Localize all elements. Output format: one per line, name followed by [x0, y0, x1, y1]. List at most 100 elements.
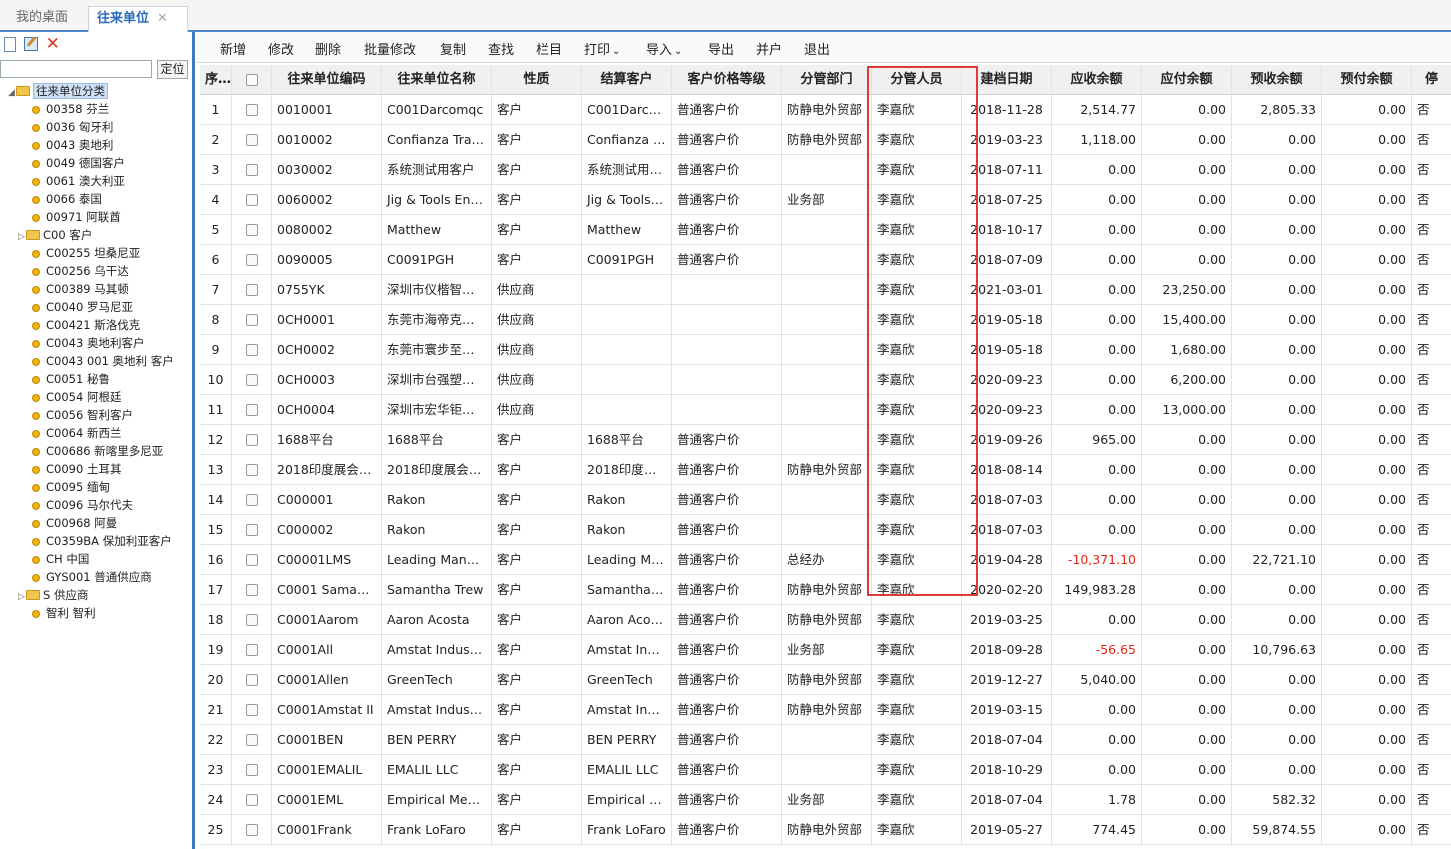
- tree-leaf[interactable]: 00358 芬兰: [0, 100, 192, 118]
- tree-leaf[interactable]: C0090 土耳其: [0, 460, 192, 478]
- tree-leaf[interactable]: C00389 马其顿: [0, 280, 192, 298]
- table-row[interactable]: 19C0001AllAmstat Industry客户Amstat Indust…: [200, 635, 1451, 665]
- tree-search-input[interactable]: [0, 60, 152, 78]
- col-advance-received[interactable]: 预收余额: [1232, 65, 1322, 95]
- table-row[interactable]: 20 C0001Allen GreenTech 客户 GreenTech 普通客户价 防静电…: [200, 665, 1451, 695]
- col-staff[interactable]: 分管人员: [872, 65, 962, 95]
- toolbar-button-0[interactable]: 新增: [220, 39, 246, 58]
- cell-select[interactable]: [232, 665, 272, 695]
- tree-leaf[interactable]: C0043 奥地利客户: [0, 334, 192, 352]
- toolbar-button-2[interactable]: 删除: [315, 39, 341, 58]
- tree-leaf[interactable]: C0051 秘鲁: [0, 370, 192, 388]
- select-all-checkbox[interactable]: [246, 74, 258, 86]
- toolbar-button-5[interactable]: 查找: [488, 39, 514, 58]
- tree-leaf[interactable]: C00686 新喀里多尼亚: [0, 442, 192, 460]
- close-icon[interactable]: ✕: [157, 11, 168, 26]
- table-row[interactable]: 10010001C001Darcomqc客户C001Darcomqc普通客户价防…: [200, 95, 1451, 125]
- panel-splitter[interactable]: [192, 32, 195, 849]
- tree-leaf[interactable]: C0040 罗马尼亚: [0, 298, 192, 316]
- cell-select[interactable]: [232, 155, 272, 185]
- toolbar-button-1[interactable]: 修改: [268, 39, 294, 58]
- col-create-date[interactable]: 建档日期: [962, 65, 1052, 95]
- tree-leaf[interactable]: C0095 缅甸: [0, 478, 192, 496]
- row-checkbox[interactable]: [246, 164, 258, 176]
- locate-button[interactable]: 定位: [157, 60, 188, 79]
- cell-select[interactable]: [232, 455, 272, 485]
- tree-leaf[interactable]: 0061 澳大利亚: [0, 172, 192, 190]
- table-row[interactable]: 21 C0001Amstat II Amstat Industry 客户 Amstat …: [200, 695, 1451, 725]
- row-checkbox[interactable]: [246, 494, 258, 506]
- cell-select[interactable]: [232, 245, 272, 275]
- table-row[interactable]: 3 0030002 系统测试用客户 客户 系统测试用客户 普通客户价 李嘉欣 2018-07-…: [200, 155, 1451, 185]
- cell-select[interactable]: [232, 725, 272, 755]
- table-row[interactable]: 16C00001LMSLeading Manufacturing客户Leadin…: [200, 545, 1451, 575]
- toolbar-button-6[interactable]: 栏目: [536, 39, 562, 58]
- table-row[interactable]: 18 C0001Aarom Aaron Acosta 客户 Aaron Acosta 普通…: [200, 605, 1451, 635]
- table-row[interactable]: 11 0CH0004 深圳市宏华钜电子 供应商 李嘉欣 2020-09-23 0.00 13,…: [200, 395, 1451, 425]
- cell-select[interactable]: [232, 515, 272, 545]
- tree-leaf[interactable]: C00256 乌干达: [0, 262, 192, 280]
- col-no[interactable]: 序号: [200, 65, 232, 95]
- tree-leaf[interactable]: C0054 阿根廷: [0, 388, 192, 406]
- cell-select[interactable]: [232, 215, 272, 245]
- table-row[interactable]: 20010002Confianza Trade客户Confianza Trade…: [200, 125, 1451, 155]
- col-disabled[interactable]: 停: [1412, 65, 1451, 95]
- cell-select[interactable]: [232, 395, 272, 425]
- tree-leaf[interactable]: 0049 德国客户: [0, 154, 192, 172]
- col-settle-customer[interactable]: 结算客户: [582, 65, 672, 95]
- table-row[interactable]: 9 0CH0002 东莞市寰步至精密 供应商 李嘉欣 2019-05-18 0.00 1,68…: [200, 335, 1451, 365]
- table-row[interactable]: 24C0001EMLEmpirical Media客户Empirical Med…: [200, 785, 1451, 815]
- row-checkbox[interactable]: [246, 344, 258, 356]
- table-row[interactable]: 14 C000001 Rakon 客户 Rakon 普通客户价 李嘉欣 2018-07-03 0…: [200, 485, 1451, 515]
- table-row[interactable]: 25 C0001Frank Frank LoFaro 客户 Frank LoFaro 普通…: [200, 815, 1451, 845]
- cell-select[interactable]: [232, 695, 272, 725]
- tree-leaf[interactable]: 00971 阿联酋: [0, 208, 192, 226]
- edit-icon[interactable]: [23, 37, 38, 51]
- cell-select[interactable]: [232, 815, 272, 845]
- tree-leaf[interactable]: C0056 智利客户: [0, 406, 192, 424]
- tab-desktop[interactable]: 我的桌面: [8, 6, 76, 32]
- table-row[interactable]: 10 0CH0003 深圳市台强塑胶五金 供应商 李嘉欣 2020-09-23 0.00 6,…: [200, 365, 1451, 395]
- col-advance-paid[interactable]: 预付余额: [1322, 65, 1412, 95]
- table-row[interactable]: 17 C0001 Samantha Samantha Trew 客户 Samantha …: [200, 575, 1451, 605]
- tree-leaf[interactable]: C0096 马尔代夫: [0, 496, 192, 514]
- tree-folder[interactable]: ▷ C00 客户: [0, 226, 192, 244]
- tree-leaf[interactable]: 智利 智利: [0, 604, 192, 622]
- row-checkbox[interactable]: [246, 584, 258, 596]
- tree-leaf[interactable]: C0359BA 保加利亚客户: [0, 532, 192, 550]
- row-checkbox[interactable]: [246, 314, 258, 326]
- table-row[interactable]: 7 0755YK 深圳市仪楷智能科技 供应商 李嘉欣 2021-03-01 0.00 23,2…: [200, 275, 1451, 305]
- tab-partners[interactable]: 往来单位 ✕: [88, 6, 188, 32]
- col-select-all[interactable]: [232, 65, 272, 95]
- tree-leaf[interactable]: C00255 坦桑尼亚: [0, 244, 192, 262]
- tree-leaf[interactable]: C0064 新西兰: [0, 424, 192, 442]
- toolbar-button-10[interactable]: 并户: [756, 39, 782, 58]
- row-checkbox[interactable]: [246, 104, 258, 116]
- col-department[interactable]: 分管部门: [782, 65, 872, 95]
- table-row[interactable]: 23 C0001EMALIL EMALIL LLC 客户 EMALIL LLC 普通客户价…: [200, 755, 1451, 785]
- cell-select[interactable]: [232, 275, 272, 305]
- tree-leaf[interactable]: C0043 001 奥地利 客户: [0, 352, 192, 370]
- table-row[interactable]: 40060002Jig & Tools Engineering客户Jig & T…: [200, 185, 1451, 215]
- table-row[interactable]: 5 0080002 Matthew 客户 Matthew 普通客户价 李嘉欣 2018-10-…: [200, 215, 1451, 245]
- new-file-icon[interactable]: [4, 36, 16, 52]
- col-payable[interactable]: 应付余额: [1142, 65, 1232, 95]
- cell-select[interactable]: [232, 785, 272, 815]
- col-name[interactable]: 往来单位名称: [382, 65, 492, 95]
- toolbar-button-9[interactable]: 导出: [708, 39, 734, 58]
- col-property[interactable]: 性质: [492, 65, 582, 95]
- cell-select[interactable]: [232, 95, 272, 125]
- row-checkbox[interactable]: [246, 794, 258, 806]
- cell-select[interactable]: [232, 365, 272, 395]
- cell-select[interactable]: [232, 635, 272, 665]
- row-checkbox[interactable]: [246, 524, 258, 536]
- cell-select[interactable]: [232, 305, 272, 335]
- tree-leaf[interactable]: 0066 泰国: [0, 190, 192, 208]
- row-checkbox[interactable]: [246, 674, 258, 686]
- delete-icon[interactable]: ✕: [46, 36, 64, 53]
- cell-select[interactable]: [232, 485, 272, 515]
- toolbar-button-11[interactable]: 退出: [804, 39, 830, 58]
- row-checkbox[interactable]: [246, 644, 258, 656]
- cell-select[interactable]: [232, 425, 272, 455]
- row-checkbox[interactable]: [246, 824, 258, 836]
